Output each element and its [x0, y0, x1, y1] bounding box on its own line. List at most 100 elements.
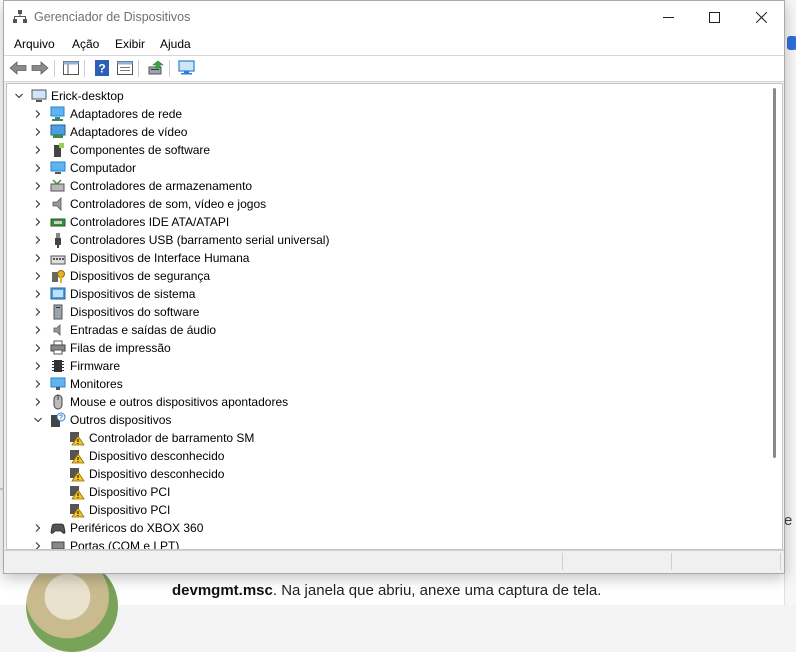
tree-category[interactable]: Periféricos do XBOX 360 — [7, 519, 767, 537]
tree-category[interactable]: Computador — [7, 159, 767, 177]
window-title: Gerenciador de Dispositivos — [34, 10, 191, 24]
tree-category[interactable]: Controladores de armazenamento — [7, 177, 767, 195]
chevron-down-icon[interactable] — [33, 415, 43, 425]
tree-category[interactable]: Filas de impressão — [7, 339, 767, 357]
chevron-right-icon[interactable] — [33, 217, 43, 227]
tree-category[interactable]: Portas (COM e LPT) — [7, 537, 767, 550]
tree-item-label: Dispositivos de segurança — [70, 269, 211, 283]
tree-item-label: Firmware — [70, 359, 120, 373]
update-driver-button[interactable] — [146, 59, 166, 77]
tree-category[interactable]: Monitores — [7, 375, 767, 393]
browser-extension-icon — [787, 36, 796, 50]
maximize-icon — [708, 11, 720, 23]
chevron-right-icon[interactable] — [33, 523, 43, 533]
chevron-right-icon[interactable] — [33, 361, 43, 371]
warning-device-icon — [70, 504, 85, 518]
chevron-right-icon[interactable] — [33, 271, 43, 281]
scan-hardware-button[interactable] — [177, 59, 197, 77]
help-button[interactable]: ? — [92, 59, 112, 77]
tree-device[interactable]: Dispositivo PCI — [7, 501, 767, 519]
update-driver-icon — [148, 60, 164, 75]
tree-root[interactable]: Erick-desktop — [7, 87, 767, 105]
forum-instruction-text: devmgmt.msc. Na janela que abriu, anexe … — [172, 582, 601, 599]
tree-category[interactable]: Dispositivos de sistema — [7, 285, 767, 303]
chevron-right-icon[interactable] — [33, 325, 43, 335]
back-button[interactable] — [8, 59, 28, 77]
tree-item-label: Dispositivo PCI — [89, 503, 171, 517]
chevron-right-icon[interactable] — [33, 379, 43, 389]
chevron-right-icon[interactable] — [33, 253, 43, 263]
tree-category[interactable]: Adaptadores de vídeo — [7, 123, 767, 141]
tree-item-label: Dispositivo PCI — [89, 485, 171, 499]
instruction-rest: . Na janela que abriu, anexe uma captura… — [272, 582, 602, 599]
chevron-right-icon[interactable] — [33, 541, 43, 550]
tree-category[interactable]: Controladores USB (barramento serial uni… — [7, 231, 767, 249]
tree-device[interactable]: Dispositivo PCI — [7, 483, 767, 501]
tree-item-label: Dispositivos de sistema — [70, 287, 196, 301]
tree-item-label: Dispositivos de Interface Humana — [70, 251, 250, 265]
show-hide-console-tree-button[interactable] — [61, 59, 81, 77]
tree-category[interactable]: Dispositivos do software — [7, 303, 767, 321]
chevron-right-icon[interactable] — [33, 163, 43, 173]
chevron-right-icon[interactable] — [33, 343, 43, 353]
forward-arrow-icon — [31, 61, 49, 75]
warning-device-icon — [70, 468, 85, 482]
chevron-right-icon[interactable] — [33, 127, 43, 137]
properties-view-icon — [117, 61, 133, 75]
computer-icon — [50, 161, 66, 174]
menu-ajuda[interactable]: Ajuda — [160, 37, 191, 51]
menu-acao[interactable]: Ação — [72, 37, 99, 51]
minimize-button[interactable] — [645, 1, 691, 33]
tree-item-label: Filas de impressão — [70, 341, 171, 355]
chevron-down-icon[interactable] — [14, 91, 24, 101]
tree-device[interactable]: Controlador de barramento SM — [7, 429, 767, 447]
chevron-right-icon[interactable] — [33, 181, 43, 191]
title-bar[interactable]: Gerenciador de Dispositivos — [4, 1, 784, 33]
tree-device[interactable]: Dispositivo desconhecido — [7, 447, 767, 465]
console-tree-icon — [63, 61, 79, 75]
warning-device-icon — [70, 432, 85, 446]
tree-device[interactable]: Dispositivo desconhecido — [7, 465, 767, 483]
tree-category[interactable]: Adaptadores de rede — [7, 105, 767, 123]
chevron-right-icon[interactable] — [33, 397, 43, 407]
gamepad-icon — [50, 523, 66, 534]
tree-category[interactable]: Dispositivos de Interface Humana — [7, 249, 767, 267]
maximize-button[interactable] — [691, 1, 737, 33]
chevron-right-icon[interactable] — [33, 235, 43, 245]
menu-exibir[interactable]: Exibir — [115, 37, 145, 51]
svg-text:?: ? — [59, 415, 63, 422]
close-button[interactable] — [738, 1, 784, 33]
back-arrow-icon — [9, 61, 27, 75]
chevron-right-icon[interactable] — [33, 199, 43, 209]
monitor-icon — [50, 377, 66, 390]
tree-item-label: Controlador de barramento SM — [89, 431, 255, 445]
svg-text:?: ? — [98, 62, 105, 76]
tree-category[interactable]: Controladores de som, vídeo e jogos — [7, 195, 767, 213]
tree-category[interactable]: Componentes de software — [7, 141, 767, 159]
tree-category-expanded[interactable]: ? Outros dispositivos — [7, 411, 767, 429]
tree-category[interactable]: Controladores IDE ATA/ATAPI — [7, 213, 767, 231]
properties-view-button[interactable] — [115, 59, 135, 77]
tree-category[interactable]: Entradas e saídas de áudio — [7, 321, 767, 339]
device-tree[interactable]: Erick-desktop Adaptadores de rede Adaptado… — [6, 83, 783, 550]
toolbar: ? — [4, 55, 784, 82]
chevron-right-icon[interactable] — [33, 289, 43, 299]
chevron-right-icon[interactable] — [33, 109, 43, 119]
help-icon: ? — [95, 60, 109, 76]
tree-category[interactable]: Firmware — [7, 357, 767, 375]
status-cell-2 — [563, 553, 672, 570]
software-device-icon — [53, 304, 63, 320]
forward-button[interactable] — [30, 59, 50, 77]
tree-category[interactable]: Mouse e outros dispositivos apontadores — [7, 393, 767, 411]
tree-item-label: Erick-desktop — [51, 89, 124, 103]
chevron-right-icon[interactable] — [33, 307, 43, 317]
vertical-scrollbar[interactable] — [770, 85, 781, 548]
background-edge-letter: e — [784, 512, 793, 529]
chevron-right-icon[interactable] — [33, 145, 43, 155]
tree-category[interactable]: Dispositivos de segurança — [7, 267, 767, 285]
tree-item-label: Mouse e outros dispositivos apontadores — [70, 395, 289, 409]
menu-arquivo[interactable]: Arquivo — [14, 37, 55, 51]
tree-item-label: Controladores de armazenamento — [70, 179, 253, 193]
scrollbar-thumb[interactable] — [773, 88, 776, 458]
tree-item-label: Controladores IDE ATA/ATAPI — [70, 215, 230, 229]
